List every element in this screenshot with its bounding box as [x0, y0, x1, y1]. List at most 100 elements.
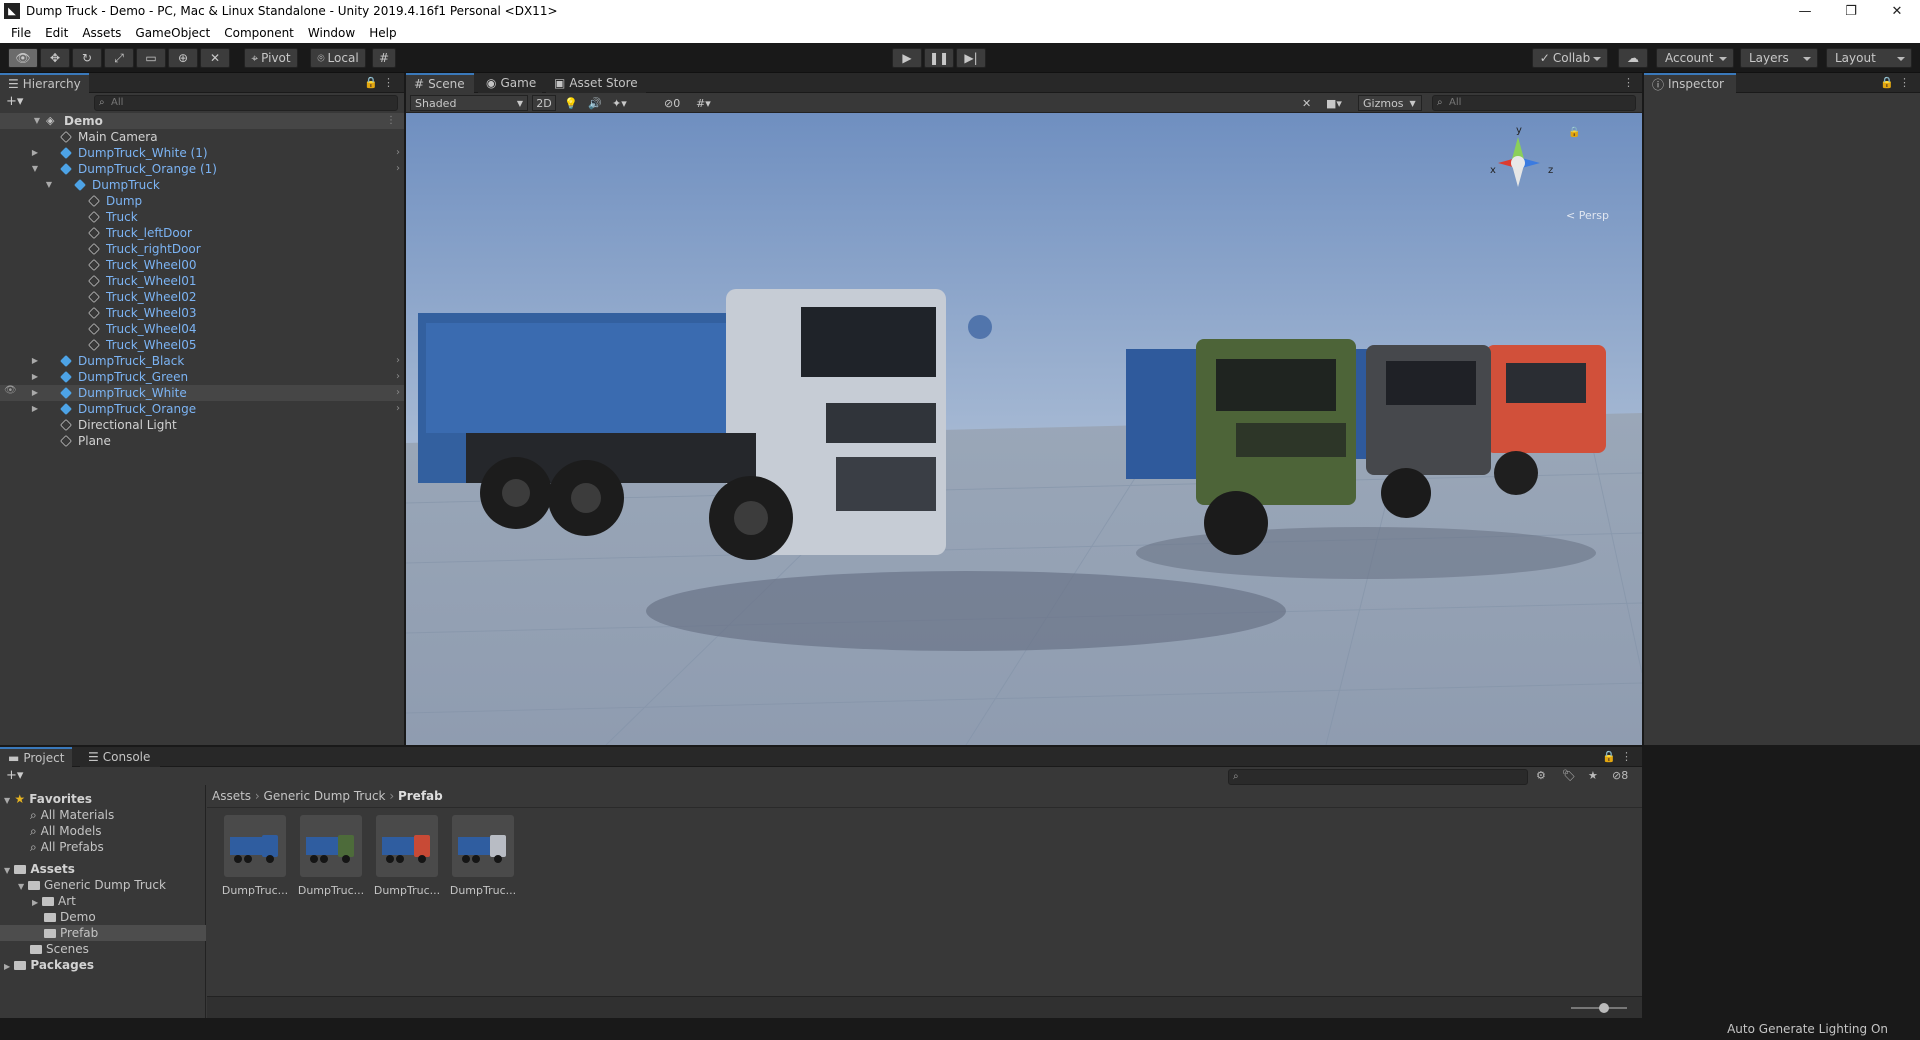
menu-file[interactable]: File: [4, 26, 38, 40]
hierarchy-row[interactable]: Truck_rightDoor: [0, 241, 404, 257]
hierarchy-row[interactable]: Truck_Wheel01: [0, 273, 404, 289]
expand-arrow-icon[interactable]: ▼: [44, 177, 54, 193]
hidden-objects-counter[interactable]: ⊘ 0: [664, 95, 680, 111]
menu-assets[interactable]: Assets: [75, 26, 128, 40]
gizmo-lock-icon[interactable]: 🔒: [1568, 127, 1580, 138]
shading-mode-dropdown[interactable]: Shaded ▼: [410, 95, 528, 111]
hierarchy-row[interactable]: ▼ DumpTruck_Orange (1) ›: [0, 161, 404, 177]
folder-art[interactable]: ▶ Art: [32, 893, 76, 909]
grid-toggle-icon[interactable]: #▾: [696, 95, 711, 111]
expand-arrow-icon[interactable]: ▼: [30, 161, 40, 177]
audio-toggle-icon[interactable]: 🔊: [588, 95, 602, 111]
expand-arrow-icon[interactable]: ▶: [30, 385, 40, 401]
account-dropdown[interactable]: Account: [1656, 48, 1734, 68]
expand-arrow-icon[interactable]: ▶: [30, 369, 40, 385]
open-prefab-chevron-icon[interactable]: ›: [396, 353, 400, 369]
hierarchy-row[interactable]: ▶ DumpTruck_White ›: [0, 385, 404, 401]
prefab-thumbnail[interactable]: [376, 815, 438, 877]
scale-tool-icon[interactable]: ⤢: [104, 48, 134, 68]
project-lock-icon[interactable]: 🔒: [1602, 750, 1616, 763]
folder-scenes[interactable]: Scenes: [30, 941, 89, 957]
project-create-icon[interactable]: +▾: [6, 768, 23, 783]
custom-tool-icon[interactable]: ✕: [200, 48, 230, 68]
scene-search-input[interactable]: All: [1432, 95, 1636, 111]
visibility-eye-icon[interactable]: 👁: [4, 385, 17, 396]
hierarchy-row[interactable]: Truck_Wheel02: [0, 289, 404, 305]
rect-tool-icon[interactable]: ▭: [136, 48, 166, 68]
gizmos-dropdown[interactable]: Gizmos ▼: [1358, 95, 1422, 111]
expand-arrow-icon[interactable]: ▶: [30, 145, 40, 161]
favorites-header[interactable]: ▼ ★ Favorites: [4, 791, 92, 807]
hierarchy-row[interactable]: ▶ DumpTruck_Green ›: [0, 369, 404, 385]
hierarchy-row[interactable]: Directional Light: [0, 417, 404, 433]
menu-edit[interactable]: Edit: [38, 26, 75, 40]
breadcrumb-prefab[interactable]: Prefab: [398, 789, 443, 803]
restore-icon[interactable]: ❐: [1828, 0, 1874, 22]
toggle-2d-button[interactable]: 2D: [532, 95, 556, 111]
menu-help[interactable]: Help: [362, 26, 403, 40]
hierarchy-row[interactable]: ▶ DumpTruck_White (1) ›: [0, 145, 404, 161]
scene-root-row[interactable]: ▼ ◈ Demo ⋮: [0, 113, 404, 129]
search-by-label-icon[interactable]: 🏷: [1562, 769, 1576, 782]
hierarchy-row[interactable]: Dump: [0, 193, 404, 209]
tab-console[interactable]: ☰ Console: [80, 747, 160, 767]
expand-arrow-icon[interactable]: ▶: [30, 353, 40, 369]
inspector-menu-icon[interactable]: ⋮: [1899, 76, 1910, 89]
project-menu-icon[interactable]: ⋮: [1621, 750, 1632, 763]
effects-toggle-icon[interactable]: ✦▾: [612, 95, 627, 111]
hierarchy-row[interactable]: ▶ DumpTruck_Orange ›: [0, 401, 404, 417]
close-icon[interactable]: ✕: [1874, 0, 1920, 22]
assets-header[interactable]: ▼ Assets: [4, 861, 75, 877]
open-prefab-chevron-icon[interactable]: ›: [396, 161, 400, 177]
directional-light-icon[interactable]: [968, 315, 992, 339]
hierarchy-row[interactable]: Truck: [0, 209, 404, 225]
scene-panel-menu-icon[interactable]: ⋮: [1623, 76, 1634, 89]
hierarchy-row[interactable]: ▶ DumpTruck_Black ›: [0, 353, 404, 369]
hierarchy-row[interactable]: Truck_Wheel04: [0, 321, 404, 337]
prefab-thumbnail[interactable]: [452, 815, 514, 877]
tab-scene[interactable]: # Scene: [406, 73, 474, 93]
hierarchy-row[interactable]: Truck_Wheel03: [0, 305, 404, 321]
hierarchy-search-input[interactable]: All: [94, 95, 398, 111]
breadcrumb-assets[interactable]: Assets: [212, 789, 251, 803]
cloud-icon[interactable]: ☁: [1618, 48, 1648, 68]
hierarchy-row[interactable]: Plane: [0, 433, 404, 449]
scene-viewport[interactable]: x y z 🔒 < Persp: [406, 113, 1642, 745]
play-button[interactable]: ▶: [892, 48, 922, 68]
tab-inspector[interactable]: ⓘ Inspector: [1644, 73, 1736, 93]
menu-window[interactable]: Window: [301, 26, 362, 40]
collab-dropdown[interactable]: ✓ Collab: [1532, 48, 1608, 68]
camera-dropdown-icon[interactable]: ■▾: [1326, 95, 1342, 111]
hierarchy-row[interactable]: Truck_leftDoor: [0, 225, 404, 241]
search-by-type-icon[interactable]: ⚙: [1536, 769, 1546, 782]
menu-component[interactable]: Component: [217, 26, 301, 40]
tab-hierarchy[interactable]: ☰ Hierarchy: [0, 73, 89, 93]
hidden-packages-counter[interactable]: ⊘8: [1612, 769, 1628, 782]
folder-generic-dump-truck[interactable]: ▼ Generic Dump Truck: [18, 877, 166, 893]
view-tool-eye-icon[interactable]: 👁: [8, 48, 38, 68]
open-prefab-chevron-icon[interactable]: ›: [396, 401, 400, 417]
lighting-toggle-icon[interactable]: 💡: [564, 95, 578, 111]
tab-asset-store[interactable]: ▣ Asset Store: [546, 73, 646, 93]
transform-tool-icon[interactable]: ⊕: [168, 48, 198, 68]
create-add-icon[interactable]: +▾: [6, 94, 23, 109]
menu-gameobject[interactable]: GameObject: [128, 26, 217, 40]
grid-snap-icon[interactable]: #: [372, 48, 396, 68]
slider-handle[interactable]: [1599, 1003, 1609, 1013]
prefab-thumbnail[interactable]: [300, 815, 362, 877]
expand-arrow-icon[interactable]: ▼: [32, 113, 42, 129]
open-prefab-chevron-icon[interactable]: ›: [396, 145, 400, 161]
prefab-thumbnail[interactable]: [224, 815, 286, 877]
folder-prefab[interactable]: Prefab: [0, 925, 206, 941]
lock-icon[interactable]: 🔒: [364, 76, 378, 89]
favorites-star-icon[interactable]: ★: [1588, 769, 1598, 782]
project-search-input[interactable]: [1228, 769, 1528, 785]
layout-dropdown[interactable]: Layout: [1826, 48, 1912, 68]
local-toggle[interactable]: ⌾ Local: [310, 48, 366, 68]
step-button[interactable]: ▶|: [956, 48, 986, 68]
hierarchy-row[interactable]: Main Camera: [0, 129, 404, 145]
perspective-label[interactable]: < Persp: [1566, 209, 1609, 222]
breadcrumb-generic-dump-truck[interactable]: Generic Dump Truck: [264, 789, 386, 803]
tools-icon[interactable]: ✕: [1302, 95, 1311, 111]
scene-menu-icon[interactable]: ⋮: [386, 113, 396, 129]
